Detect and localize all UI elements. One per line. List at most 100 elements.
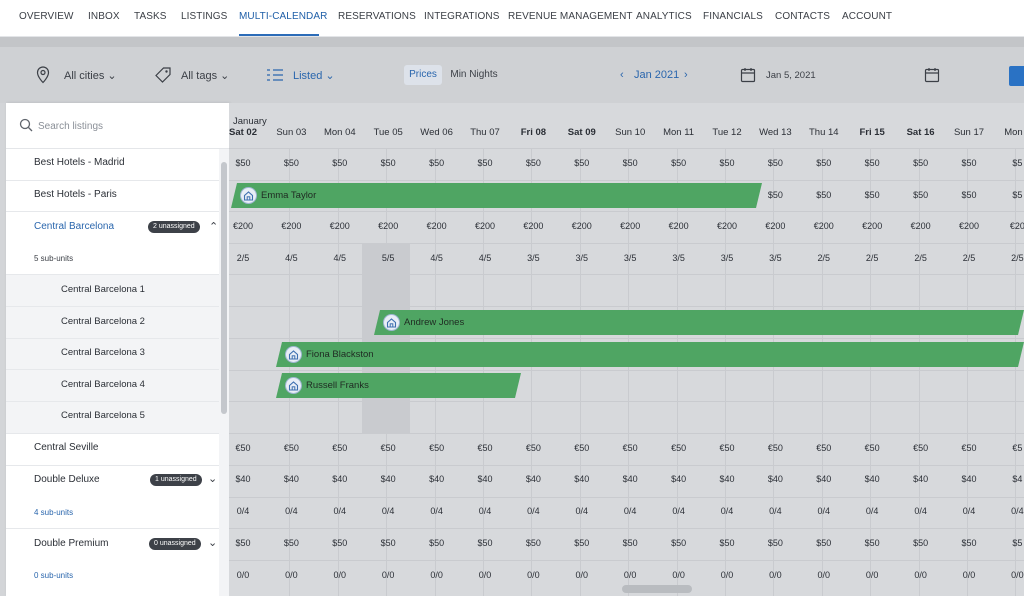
- price-cell[interactable]: 0/4: [993, 506, 1024, 516]
- price-cell[interactable]: $50: [413, 538, 461, 548]
- price-cell[interactable]: €50: [800, 443, 848, 453]
- price-cell[interactable]: €50: [606, 443, 654, 453]
- prev-month-button[interactable]: ‹: [620, 69, 624, 81]
- price-cell[interactable]: €200: [316, 221, 364, 231]
- price-cell[interactable]: €200: [509, 221, 557, 231]
- price-cell[interactable]: $50: [848, 158, 896, 168]
- price-cell[interactable]: $40: [219, 474, 267, 484]
- price-cell[interactable]: $50: [558, 538, 606, 548]
- price-cell[interactable]: €50: [751, 443, 799, 453]
- price-cell[interactable]: €200: [413, 221, 461, 231]
- listed-filter[interactable]: Listed ⌄: [293, 69, 335, 82]
- price-cell[interactable]: 0/0: [509, 570, 557, 580]
- price-cell[interactable]: 4/5: [316, 253, 364, 263]
- price-cell[interactable]: $50: [848, 190, 896, 200]
- price-cell[interactable]: 3/5: [558, 253, 606, 263]
- price-cell[interactable]: 0/0: [316, 570, 364, 580]
- price-cell[interactable]: $40: [606, 474, 654, 484]
- price-cell[interactable]: $40: [897, 474, 945, 484]
- price-cell[interactable]: $50: [897, 158, 945, 168]
- price-cell[interactable]: 0/0: [993, 570, 1024, 580]
- price-cell[interactable]: 2/5: [945, 253, 993, 263]
- price-cell[interactable]: $40: [509, 474, 557, 484]
- cities-filter[interactable]: All cities ⌄: [64, 69, 117, 82]
- price-cell[interactable]: 0/4: [413, 506, 461, 516]
- price-cell[interactable]: 2/5: [993, 253, 1024, 263]
- price-cell[interactable]: 0/0: [606, 570, 654, 580]
- price-cell[interactable]: 0/4: [751, 506, 799, 516]
- price-cell[interactable]: $50: [945, 190, 993, 200]
- price-cell[interactable]: 0/4: [267, 506, 315, 516]
- price-cell[interactable]: $40: [751, 474, 799, 484]
- price-cell[interactable]: €50: [655, 443, 703, 453]
- listing-row[interactable]: Double Deluxe 1 unassigned ⌄ 4 sub-units: [6, 466, 219, 529]
- price-cell[interactable]: $50: [800, 158, 848, 168]
- price-cell[interactable]: €50: [413, 443, 461, 453]
- price-cell[interactable]: 2/5: [219, 253, 267, 263]
- price-cell[interactable]: 3/5: [703, 253, 751, 263]
- price-cell[interactable]: €200: [945, 221, 993, 231]
- price-cell[interactable]: 0/4: [655, 506, 703, 516]
- nav-revenue-management[interactable]: REVENUE MANAGEMENT: [508, 11, 633, 22]
- price-cell[interactable]: $50: [945, 158, 993, 168]
- price-cell[interactable]: 0/0: [364, 570, 412, 580]
- price-cell[interactable]: €200: [219, 221, 267, 231]
- price-cell[interactable]: $50: [509, 538, 557, 548]
- next-month-button[interactable]: ›: [684, 69, 688, 81]
- price-cell[interactable]: $50: [364, 538, 412, 548]
- nav-listings[interactable]: LISTINGS: [181, 11, 227, 22]
- price-cell[interactable]: $5: [993, 190, 1024, 200]
- sidebar-scroll-thumb[interactable]: [221, 162, 227, 414]
- price-cell[interactable]: 0/4: [558, 506, 606, 516]
- price-cell[interactable]: $50: [848, 538, 896, 548]
- price-cell[interactable]: $5: [993, 158, 1024, 168]
- price-cell[interactable]: 0/0: [558, 570, 606, 580]
- price-cell[interactable]: 3/5: [509, 253, 557, 263]
- listing-row[interactable]: Best Hotels - Paris: [6, 181, 219, 212]
- price-cell[interactable]: $40: [267, 474, 315, 484]
- price-cell[interactable]: €200: [800, 221, 848, 231]
- listing-row[interactable]: Best Hotels - Madrid: [6, 149, 219, 181]
- booking-bar[interactable]: [374, 310, 1024, 335]
- booking-bar[interactable]: [276, 342, 1024, 367]
- price-cell[interactable]: €50: [219, 443, 267, 453]
- price-cell[interactable]: €50: [848, 443, 896, 453]
- price-cell[interactable]: 0/0: [800, 570, 848, 580]
- price-cell[interactable]: 0/0: [945, 570, 993, 580]
- price-cell[interactable]: €200: [558, 221, 606, 231]
- price-cell[interactable]: €5: [993, 443, 1024, 453]
- price-cell[interactable]: $50: [509, 158, 557, 168]
- price-cell[interactable]: 0/0: [897, 570, 945, 580]
- price-cell[interactable]: $50: [655, 158, 703, 168]
- nav-inbox[interactable]: INBOX: [88, 11, 120, 22]
- subunit-row[interactable]: Central Barcelona 4: [6, 370, 219, 402]
- listing-row[interactable]: Central Barcelona 2 unassigned ⌃ 5 sub-u…: [6, 212, 219, 275]
- price-cell[interactable]: 0/4: [219, 506, 267, 516]
- price-cell[interactable]: $50: [703, 538, 751, 548]
- price-cell[interactable]: $40: [703, 474, 751, 484]
- price-cell[interactable]: $50: [606, 538, 654, 548]
- price-cell[interactable]: 3/5: [606, 253, 654, 263]
- price-cell[interactable]: $5: [993, 538, 1024, 548]
- nav-account[interactable]: ACCOUNT: [842, 11, 892, 22]
- chevron-down-icon[interactable]: ⌄: [208, 536, 217, 549]
- price-cell[interactable]: €50: [316, 443, 364, 453]
- calendar-icon[interactable]: [740, 67, 756, 83]
- price-cell[interactable]: 0/0: [461, 570, 509, 580]
- nav-contacts[interactable]: CONTACTS: [775, 11, 830, 22]
- price-cell[interactable]: €50: [897, 443, 945, 453]
- calendar-view-icon[interactable]: [924, 67, 940, 83]
- price-cell[interactable]: 0/4: [461, 506, 509, 516]
- price-cell[interactable]: $50: [267, 158, 315, 168]
- price-cell[interactable]: €200: [703, 221, 751, 231]
- price-cell[interactable]: 0/0: [267, 570, 315, 580]
- price-cell[interactable]: €200: [655, 221, 703, 231]
- price-cell[interactable]: $50: [364, 158, 412, 168]
- price-cell[interactable]: $50: [461, 158, 509, 168]
- prices-toggle[interactable]: Prices: [404, 65, 442, 85]
- price-cell[interactable]: €20: [993, 221, 1024, 231]
- subunit-row[interactable]: Central Barcelona 1: [6, 275, 219, 307]
- price-cell[interactable]: $40: [316, 474, 364, 484]
- price-cell[interactable]: $50: [945, 538, 993, 548]
- price-cell[interactable]: 4/5: [413, 253, 461, 263]
